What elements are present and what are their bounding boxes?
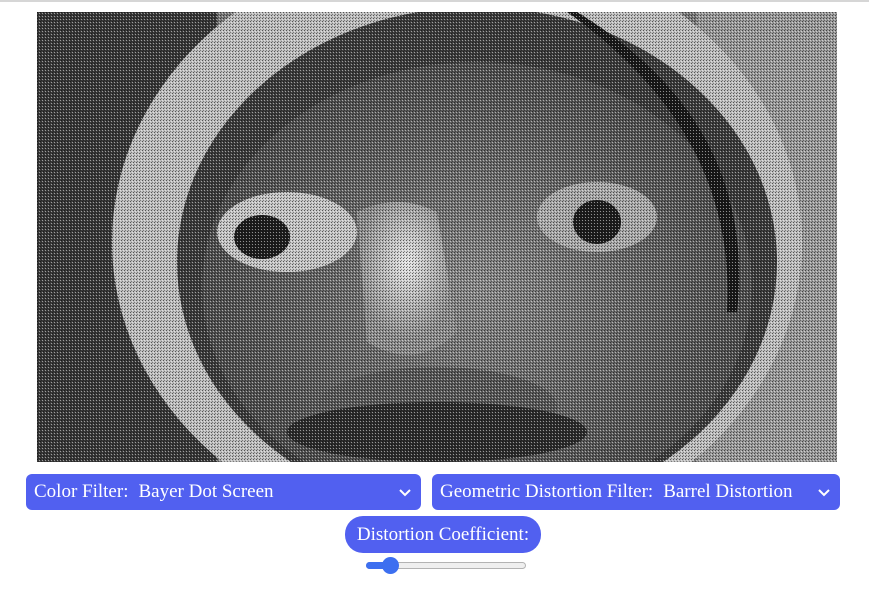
dithered-face-image [37, 12, 837, 462]
chevron-down-icon [818, 489, 830, 497]
color-filter-label: Color Filter: [34, 481, 129, 502]
top-divider [0, 0, 869, 2]
geometric-filter-label: Geometric Distortion Filter: [440, 481, 654, 502]
distortion-coefficient-slider[interactable] [366, 557, 526, 574]
color-filter-value: Bayer Dot Screen [138, 481, 274, 502]
color-filter-select[interactable]: Color Filter: Bayer Dot Screen [26, 474, 421, 510]
geometric-filter-select[interactable]: Geometric Distortion Filter: Barrel Dist… [432, 474, 840, 510]
slider-thumb[interactable] [382, 557, 399, 574]
chevron-down-icon [399, 489, 411, 497]
geometric-filter-value: Barrel Distortion [663, 481, 793, 502]
distortion-coefficient-label: Distortion Coefficient: [345, 516, 541, 553]
video-canvas [37, 12, 837, 462]
